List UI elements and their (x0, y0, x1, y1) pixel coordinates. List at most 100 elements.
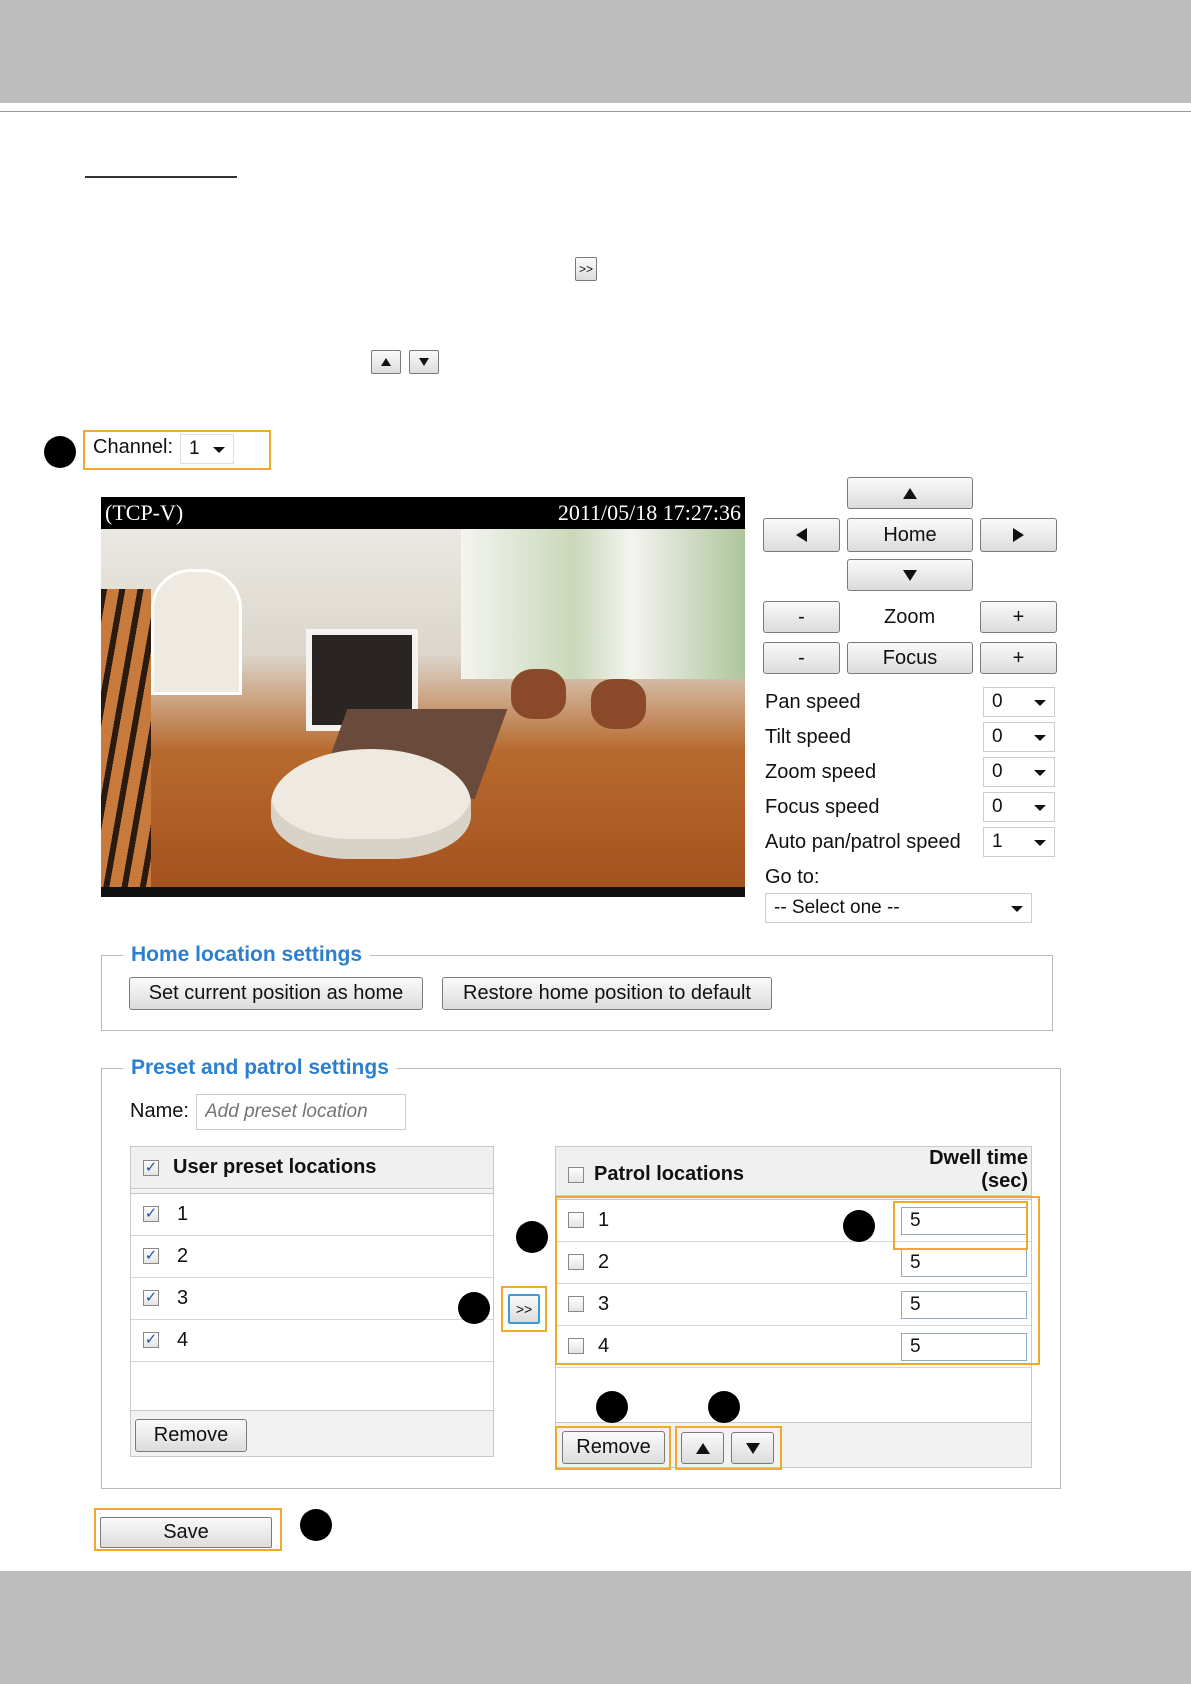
preset-name-input[interactable] (196, 1094, 406, 1130)
restore-home-label: Restore home position to default (463, 982, 751, 1004)
chevron-down-icon (1034, 770, 1046, 776)
focus-speed-label: Focus speed (765, 796, 880, 818)
patrol-select-all-checkbox[interactable] (568, 1167, 584, 1183)
remove-patrol-button[interactable]: Remove (562, 1431, 665, 1464)
pan-right-button[interactable] (980, 518, 1057, 552)
move-down-button[interactable] (731, 1432, 774, 1464)
zoom-speed-select[interactable]: 0 (983, 757, 1055, 787)
dwell-time-header-line2: (sec) (981, 1170, 1028, 1192)
user-preset-header: ✓ User preset locations (130, 1146, 494, 1189)
focus-far-button[interactable]: + (980, 642, 1057, 674)
zoom-out-label: - (798, 605, 805, 628)
remove-preset-label: Remove (153, 1424, 229, 1446)
arrow-left-icon (796, 528, 807, 542)
preset-item-label: 4 (177, 1329, 189, 1351)
channel-value: 1 (189, 438, 200, 459)
preset-checkbox[interactable]: ✓ (143, 1332, 159, 1348)
video-protocol-text: (TCP-V) (105, 500, 184, 525)
home-location-title: Home location settings (123, 943, 371, 967)
preset-checkbox[interactable]: ✓ (143, 1206, 159, 1222)
zoom-in-button[interactable]: + (980, 601, 1057, 633)
top-bar (0, 0, 1191, 103)
dwell-time-header-line1: Dwell time (929, 1147, 1028, 1169)
preset-item-label: 2 (177, 1245, 189, 1267)
callout-marker (458, 1292, 490, 1324)
preset-patrol-title: Preset and patrol settings (123, 1056, 397, 1080)
zoom-out-button[interactable]: - (763, 601, 840, 633)
heading-underline (85, 176, 237, 178)
focus-near-label: - (798, 646, 805, 669)
user-preset-select-all-checkbox[interactable]: ✓ (143, 1160, 159, 1176)
callout-marker (300, 1509, 332, 1541)
chevron-down-icon (1034, 840, 1046, 846)
list-item[interactable]: ✓ 2 (131, 1236, 493, 1278)
staircase (101, 589, 151, 887)
patrol-header-label: Patrol locations (594, 1163, 745, 1185)
goto-select[interactable]: -- Select one -- (765, 893, 1032, 923)
preset-item-label: 3 (177, 1287, 189, 1309)
add-to-patrol-inline-icon: >> (575, 257, 597, 281)
pan-speed-value: 0 (992, 691, 1003, 712)
bookshelf-left (151, 569, 242, 695)
arrow-up-icon (695, 1442, 710, 1454)
arrow-right-icon (1013, 528, 1024, 542)
zoom-in-label: + (1012, 605, 1025, 628)
set-home-label: Set current position as home (148, 982, 404, 1004)
header-divider (0, 111, 1191, 112)
auto-pan-speed-value: 1 (992, 831, 1003, 852)
tilt-speed-select[interactable]: 0 (983, 722, 1055, 752)
chevron-down-icon (1034, 735, 1046, 741)
move-up-button[interactable] (681, 1432, 724, 1464)
callout-marker (516, 1221, 548, 1253)
tilt-speed-label: Tilt speed (765, 726, 851, 748)
dwell-time-highlight (893, 1201, 1028, 1250)
home-button[interactable]: Home (847, 518, 973, 552)
remove-patrol-label: Remove (576, 1436, 651, 1458)
focus-far-label: + (1012, 646, 1025, 669)
patrol-header: Patrol locations Dwell time (sec) (555, 1146, 1032, 1196)
list-item[interactable]: ✓ 1 (131, 1194, 493, 1236)
auto-pan-speed-select[interactable]: 1 (983, 827, 1055, 857)
arrow-down-icon (903, 569, 917, 581)
video-view[interactable]: (TCP-V) 2011/05/18 17:27:36 (101, 497, 745, 897)
chevron-down-icon (1011, 906, 1023, 912)
list-item[interactable]: ✓ 4 (131, 1320, 493, 1362)
auto-pan-speed-label: Auto pan/patrol speed (765, 831, 961, 853)
callout-marker (843, 1210, 875, 1242)
dwell-time-header: Dwell time (sec) (929, 1147, 1028, 1193)
user-preset-list: ✓ 1 ✓ 2 ✓ 3 ✓ 4 (130, 1193, 494, 1411)
zoom-label: Zoom (884, 606, 936, 628)
list-item[interactable]: ✓ 3 (131, 1278, 493, 1320)
preset-checkbox[interactable]: ✓ (143, 1248, 159, 1264)
chevron-down-icon (1034, 805, 1046, 811)
remove-preset-button[interactable]: Remove (135, 1419, 247, 1452)
zoom-speed-label: Zoom speed (765, 761, 877, 783)
focus-button[interactable]: Focus (847, 642, 973, 674)
chevron-down-icon (213, 447, 225, 453)
focus-speed-select[interactable]: 0 (983, 792, 1055, 822)
tilt-down-button[interactable] (847, 559, 973, 591)
move-down-inline-icon (409, 350, 439, 374)
move-up-inline-icon (371, 350, 401, 374)
channel-select[interactable]: 1 (180, 434, 234, 464)
callout-marker (596, 1391, 628, 1423)
tilt-up-button[interactable] (847, 477, 973, 509)
save-button[interactable]: Save (100, 1517, 272, 1548)
channel-label: Channel: (93, 436, 174, 458)
goto-value: -- Select one -- (774, 897, 900, 918)
chevron-down-icon (1034, 700, 1046, 706)
callout-marker (708, 1391, 740, 1423)
video-overlay-bar: (TCP-V) 2011/05/18 17:27:36 (101, 497, 745, 529)
set-home-button[interactable]: Set current position as home (129, 977, 423, 1010)
video-timestamp: 2011/05/18 17:27:36 (557, 500, 741, 525)
preset-name-label: Name: (130, 1100, 189, 1122)
pan-left-button[interactable] (763, 518, 840, 552)
restore-home-button[interactable]: Restore home position to default (442, 977, 772, 1010)
bottom-bar (0, 1571, 1191, 1684)
focus-near-button[interactable]: - (763, 642, 840, 674)
window-wall (461, 529, 745, 679)
pan-speed-label: Pan speed (765, 691, 861, 713)
add-to-patrol-button[interactable]: >> (508, 1294, 540, 1324)
pan-speed-select[interactable]: 0 (983, 687, 1055, 717)
preset-checkbox[interactable]: ✓ (143, 1290, 159, 1306)
